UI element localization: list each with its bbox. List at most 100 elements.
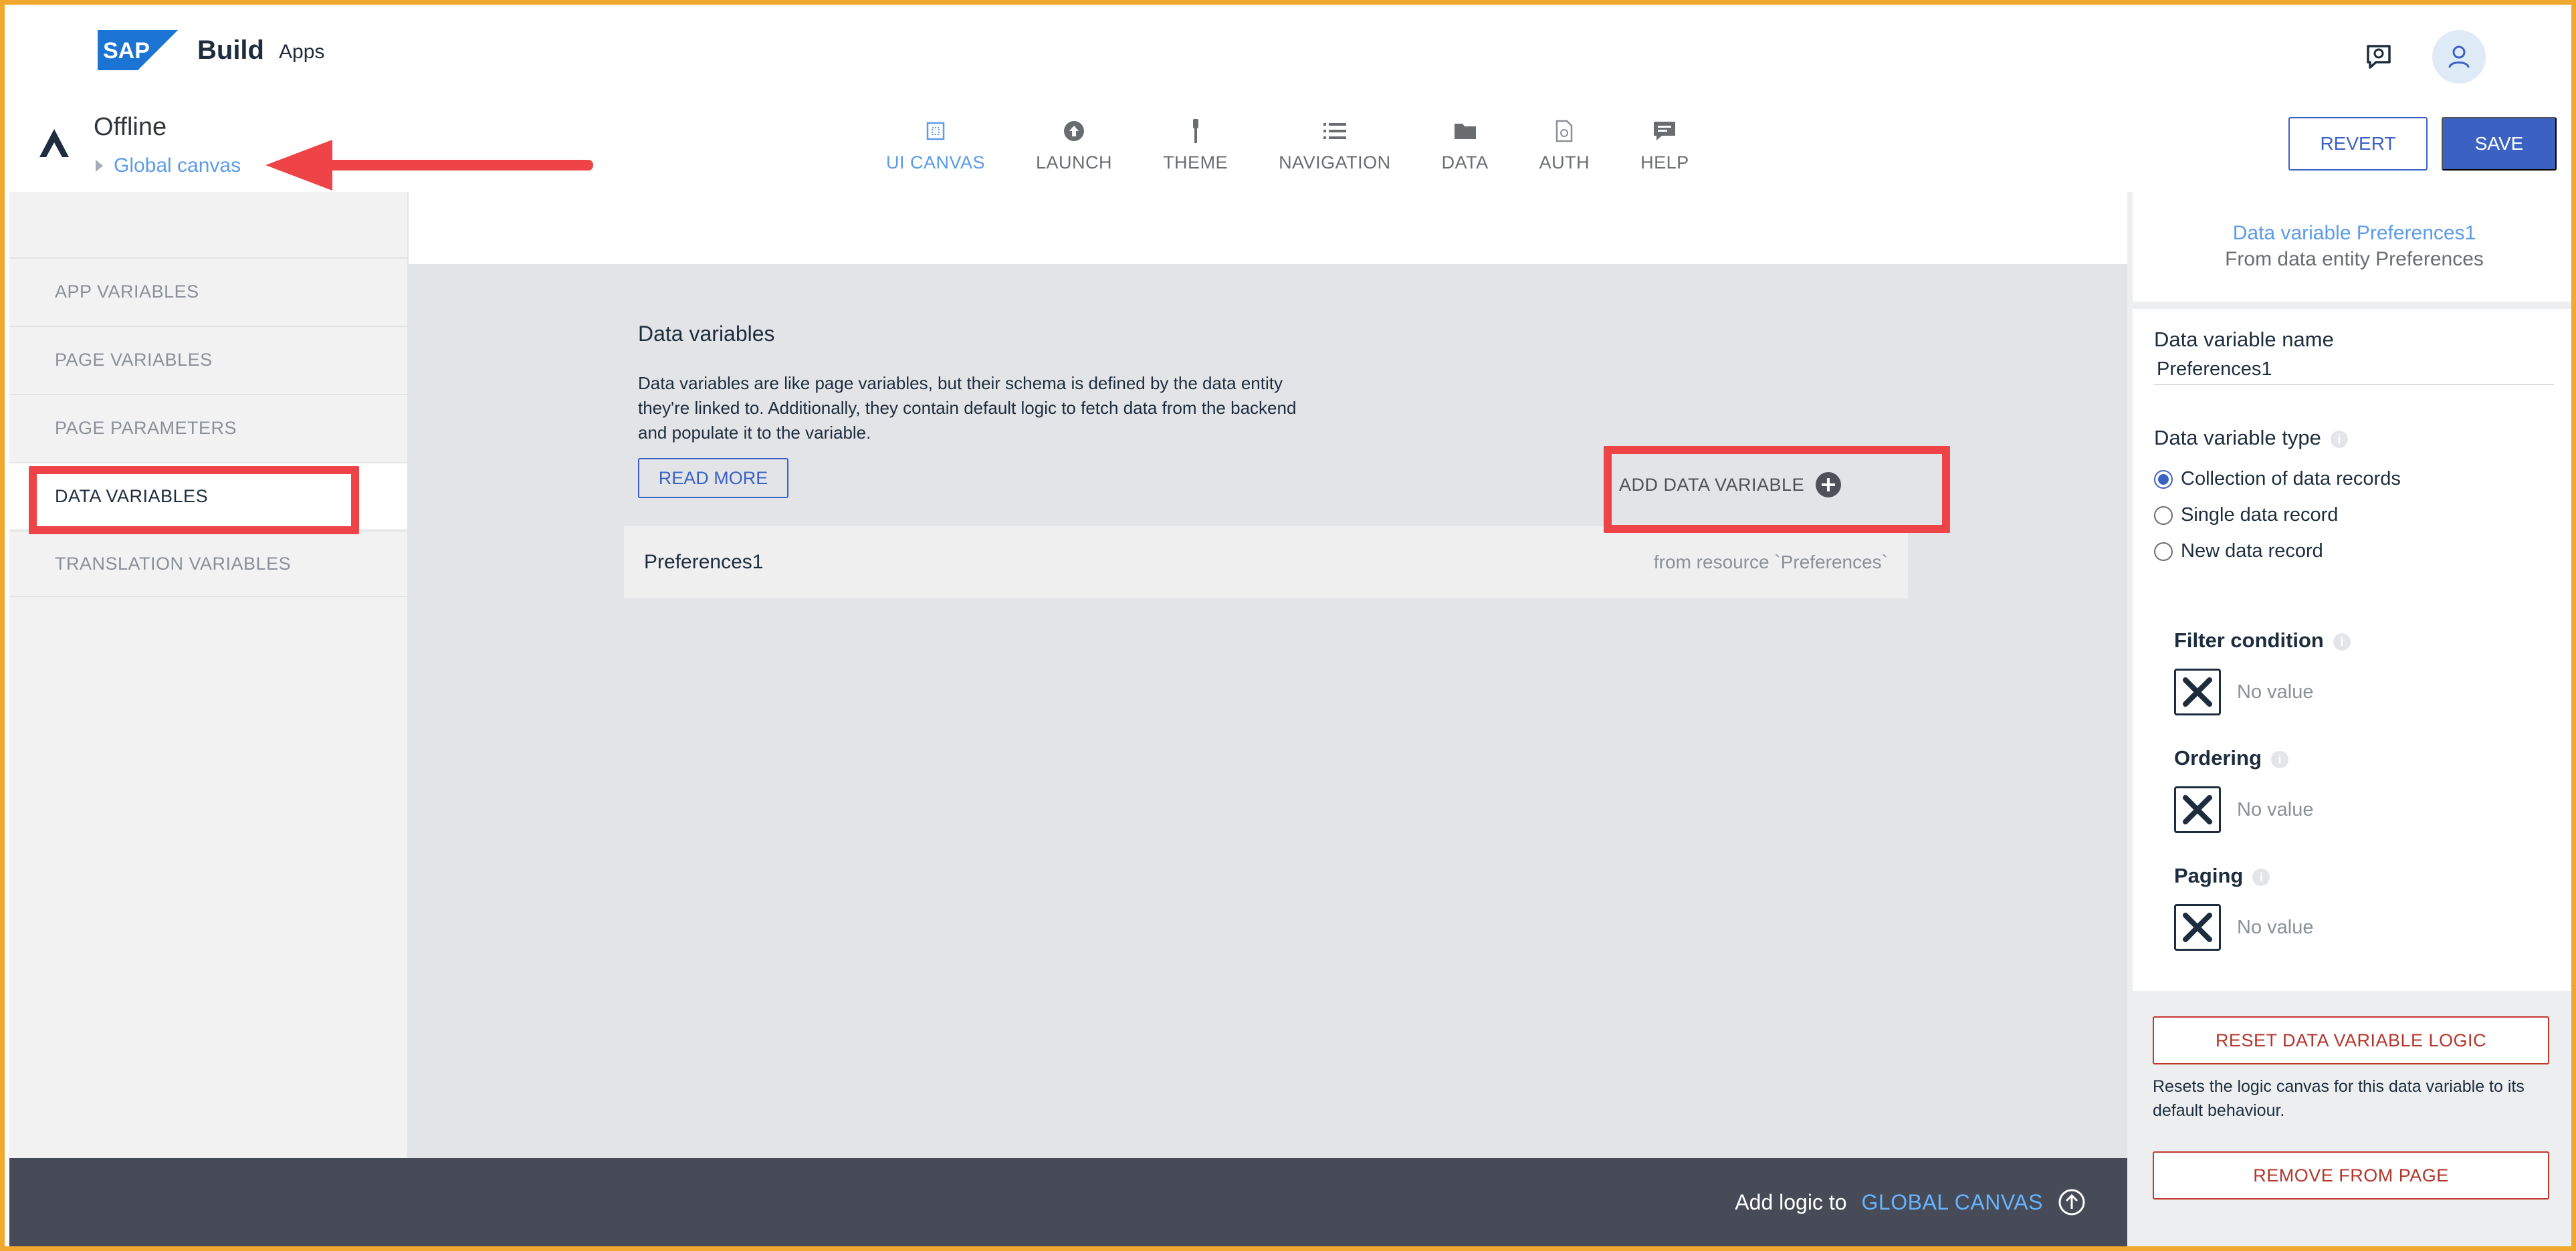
feedback-icon[interactable] bbox=[2352, 30, 2405, 84]
ordering-label-text: Ordering bbox=[2174, 746, 2262, 770]
tab-ui-canvas[interactable]: UI CANVAS bbox=[861, 98, 1010, 192]
sidebar-item-data-variables[interactable]: DATA VARIABLES bbox=[9, 462, 407, 529]
add-circle-icon bbox=[1816, 472, 1842, 497]
annotation-arrow bbox=[265, 140, 593, 191]
breadcrumb-caret-icon bbox=[96, 160, 103, 172]
navigation-icon bbox=[1321, 118, 1348, 144]
add-data-variable-label: ADD DATA VARIABLE bbox=[1619, 474, 1805, 495]
read-more-button[interactable]: READ MORE bbox=[638, 458, 788, 498]
sidebar-item-translation-variables[interactable]: TRANSLATION VARIABLES bbox=[9, 530, 407, 597]
variables-sidebar: APP VARIABLES PAGE VARIABLES PAGE PARAME… bbox=[9, 192, 409, 1158]
variable-name: Preferences1 bbox=[644, 551, 764, 573]
tab-label: NAVIGATION bbox=[1279, 152, 1391, 173]
help-icon bbox=[1651, 118, 1678, 144]
tab-label: LAUNCH bbox=[1036, 152, 1113, 173]
sidebar-item-page-parameters[interactable]: PAGE PARAMETERS bbox=[9, 394, 407, 461]
filter-label: Filter condition i bbox=[2174, 629, 2351, 653]
page-title: Data variables bbox=[638, 322, 775, 346]
app-logo-icon bbox=[39, 129, 69, 157]
breadcrumb-global-canvas[interactable]: Global canvas bbox=[114, 154, 241, 177]
close-icon[interactable] bbox=[2174, 786, 2221, 833]
sidebar-item-label: PAGE PARAMETERS bbox=[55, 417, 237, 438]
radio-label: Collection of data records bbox=[2181, 468, 2401, 489]
filter-label-text: Filter condition bbox=[2174, 629, 2324, 652]
variable-name-input[interactable] bbox=[2154, 354, 2554, 385]
user-avatar-icon[interactable] bbox=[2432, 30, 2486, 84]
close-icon[interactable] bbox=[2174, 904, 2221, 951]
ordering-label: Ordering i bbox=[2174, 746, 2288, 770]
filter-binding[interactable]: No value bbox=[2174, 669, 2313, 715]
type-label-text: Data variable type bbox=[2154, 426, 2321, 449]
description-text: Data variables are like page variables, … bbox=[638, 373, 1297, 443]
properties-panel: Data variable Preferences1 From data ent… bbox=[2127, 192, 2571, 1246]
panel-subtitle: From data entity Preferences bbox=[2225, 248, 2484, 270]
ui-canvas: Data variables Data variables are like p… bbox=[409, 264, 2127, 1158]
panel-body: Data variable name Data variable type i C… bbox=[2133, 309, 2571, 991]
tab-label: THEME bbox=[1163, 152, 1228, 173]
sidebar-item-page-variables[interactable]: PAGE VARIABLES bbox=[9, 326, 407, 392]
product-subtitle: Apps bbox=[279, 41, 325, 63]
no-value-text: No value bbox=[2237, 798, 2314, 820]
name-field-label: Data variable name bbox=[2154, 328, 2334, 351]
add-logic-label: Add logic to bbox=[1735, 1189, 1847, 1214]
sidebar-item-label: TRANSLATION VARIABLES bbox=[55, 553, 292, 574]
main-nav: UI CANVAS LAUNCH THEME NAVIGATION DATA A… bbox=[861, 98, 1715, 192]
radio-new[interactable]: New data record bbox=[2154, 540, 2323, 562]
add-logic-link[interactable]: Add logic to GLOBAL CANVAS bbox=[1735, 1188, 2086, 1216]
type-field-label: Data variable type i bbox=[2154, 426, 2348, 450]
radio-button[interactable] bbox=[2154, 505, 2173, 525]
paging-label: Paging i bbox=[2174, 864, 2270, 888]
radio-label: Single data record bbox=[2181, 504, 2339, 526]
remove-from-page-button[interactable]: REMOVE FROM PAGE bbox=[2153, 1151, 2549, 1200]
launch-icon bbox=[1061, 118, 1087, 144]
sidebar-item-label: APP VARIABLES bbox=[55, 281, 199, 302]
ordering-binding[interactable]: No value bbox=[2174, 786, 2313, 833]
tab-auth[interactable]: AUTH bbox=[1514, 98, 1616, 192]
radio-collection[interactable]: Collection of data records bbox=[2154, 468, 2401, 490]
tab-label: DATA bbox=[1441, 152, 1489, 173]
tab-help[interactable]: HELP bbox=[1615, 98, 1715, 192]
theme-icon bbox=[1182, 118, 1209, 144]
variable-source: from resource `Preferences` bbox=[1653, 552, 1888, 572]
info-icon[interactable]: i bbox=[2330, 430, 2348, 448]
panel-header: Data variable Preferences1 From data ent… bbox=[2133, 192, 2571, 302]
no-value-text: No value bbox=[2237, 681, 2314, 703]
panel-title: Data variable Preferences1 bbox=[2232, 222, 2476, 244]
radio-button[interactable] bbox=[2154, 542, 2173, 561]
ui-canvas-icon bbox=[922, 118, 949, 144]
revert-button[interactable]: REVERT bbox=[2288, 117, 2428, 170]
data-folder-icon bbox=[1452, 118, 1479, 144]
info-icon[interactable]: i bbox=[2333, 633, 2351, 651]
app-name: Offline bbox=[94, 113, 167, 141]
sidebar-item-app-variables[interactable]: APP VARIABLES bbox=[9, 257, 407, 324]
sidebar-item-label: PAGE VARIABLES bbox=[55, 349, 213, 370]
reset-description: Resets the logic canvas for this data va… bbox=[2153, 1077, 2525, 1120]
add-data-variable-button[interactable]: ADD DATA VARIABLE bbox=[1619, 458, 1842, 511]
tab-launch[interactable]: LAUNCH bbox=[1010, 98, 1138, 192]
auth-icon bbox=[1551, 118, 1578, 144]
no-value-text: No value bbox=[2237, 916, 2314, 938]
paging-binding[interactable]: No value bbox=[2174, 904, 2313, 951]
info-icon[interactable]: i bbox=[2270, 750, 2288, 768]
window-frame: SAP Build Apps Offline Global canvas UI … bbox=[0, 0, 2576, 1251]
sidebar-item-label: DATA VARIABLES bbox=[55, 485, 209, 506]
tab-theme[interactable]: THEME bbox=[1138, 98, 1253, 192]
paging-label-text: Paging bbox=[2174, 864, 2244, 887]
info-icon[interactable]: i bbox=[2252, 868, 2270, 886]
list-item[interactable]: Preferences1 from resource `Preferences` bbox=[624, 526, 1908, 598]
radio-label: New data record bbox=[2181, 540, 2323, 562]
radio-button[interactable] bbox=[2154, 469, 2173, 489]
svg-text:SAP: SAP bbox=[103, 38, 150, 64]
tab-label: AUTH bbox=[1539, 152, 1590, 173]
tab-data[interactable]: DATA bbox=[1416, 98, 1514, 192]
radio-single[interactable]: Single data record bbox=[2154, 504, 2338, 526]
save-button[interactable]: SAVE bbox=[2442, 117, 2557, 170]
reset-logic-button[interactable]: RESET DATA VARIABLE LOGIC bbox=[2153, 1016, 2549, 1064]
global-canvas-link: GLOBAL CANVAS bbox=[1861, 1189, 2043, 1214]
canvas-header bbox=[409, 192, 2127, 264]
tab-label: HELP bbox=[1640, 152, 1689, 173]
close-icon[interactable] bbox=[2174, 669, 2221, 715]
shell-bar: SAP Build Apps bbox=[5, 5, 2571, 98]
logic-bottom-bar: Add logic to GLOBAL CANVAS bbox=[9, 1158, 2127, 1246]
tab-navigation[interactable]: NAVIGATION bbox=[1253, 98, 1416, 192]
